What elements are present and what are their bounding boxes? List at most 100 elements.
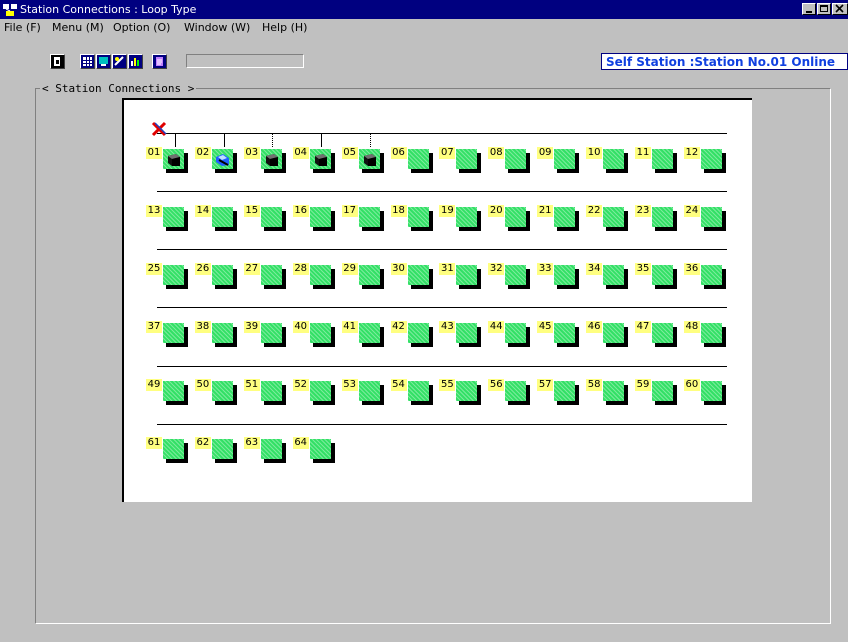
station-48[interactable]: 48: [683, 321, 748, 347]
close-button[interactable]: [832, 3, 848, 15]
station-number: 34: [586, 263, 603, 275]
minimize-button[interactable]: [802, 3, 816, 15]
station-number: 11: [635, 147, 651, 159]
toolbar-field: [186, 54, 304, 68]
station-number: 57: [537, 379, 554, 391]
station-box: [211, 439, 233, 459]
station-number: 44: [488, 321, 505, 333]
station-number: 53: [341, 379, 358, 391]
station-number: 58: [586, 379, 603, 391]
station-box: [211, 323, 233, 343]
station-box: [603, 149, 625, 169]
station-60[interactable]: 60: [683, 379, 748, 405]
plc-device-icon: [313, 153, 329, 170]
chart-icon: [131, 58, 139, 66]
station-number: 36: [683, 263, 700, 275]
station-number: 59: [635, 379, 651, 391]
station-box: [358, 207, 380, 227]
station-box: [700, 207, 722, 227]
station-box: [260, 439, 282, 459]
row-divider: [157, 366, 727, 367]
station-box: [309, 439, 331, 459]
station-number: 23: [635, 205, 651, 217]
station-36[interactable]: 36: [683, 263, 748, 289]
plc-device-icon: [264, 153, 280, 170]
station-number: 38: [194, 321, 211, 333]
station-number: 29: [341, 263, 358, 275]
row-divider: [157, 249, 727, 250]
station-box: [554, 207, 576, 227]
station-box: [700, 323, 722, 343]
station-number: 47: [635, 321, 651, 333]
station-number: 15: [243, 205, 260, 217]
exit-icon: [54, 57, 60, 66]
grid-button[interactable]: [80, 54, 95, 69]
monitor-icon: [99, 57, 108, 66]
station-box: [652, 265, 673, 285]
station-box: [456, 381, 478, 401]
station-box: [163, 323, 184, 343]
diagnostic-icon: [114, 56, 124, 66]
station-number: 51: [243, 379, 260, 391]
station-box: [505, 323, 527, 343]
station-12[interactable]: 12: [683, 147, 748, 173]
station-box: [358, 323, 380, 343]
menu-help[interactable]: Help (H): [262, 21, 307, 34]
group-label: < Station Connections >: [40, 82, 197, 95]
diagnostic-button[interactable]: [112, 54, 127, 69]
station-box: [163, 265, 184, 285]
station-box: [505, 381, 527, 401]
station-box: [309, 381, 331, 401]
station-box: [163, 439, 184, 459]
station-box: [260, 265, 282, 285]
station-box: [700, 381, 722, 401]
menu-file[interactable]: File (F): [4, 21, 41, 34]
station-box: [505, 149, 527, 169]
station-number: 28: [292, 263, 309, 275]
station-24[interactable]: 24: [683, 205, 748, 231]
station-box: [211, 265, 233, 285]
station-number: 08: [488, 147, 505, 159]
title-bar: Station Connections : Loop Type: [0, 0, 848, 19]
menu-menu[interactable]: Menu (M): [52, 21, 104, 34]
maximize-icon: [820, 5, 828, 12]
exit-button[interactable]: [50, 54, 65, 69]
station-number: 16: [292, 205, 309, 217]
station-box: [456, 149, 478, 169]
station-number: 52: [292, 379, 309, 391]
row-divider: [157, 191, 727, 192]
station-box: [309, 323, 331, 343]
station-number: 14: [194, 205, 211, 217]
loop-drop-03: [272, 133, 273, 147]
station-box: [700, 265, 722, 285]
station-box: [652, 381, 673, 401]
menu-window[interactable]: Window (W): [184, 21, 250, 34]
station-number: 20: [488, 205, 505, 217]
station-number: 42: [390, 321, 407, 333]
report-button[interactable]: [152, 54, 167, 69]
station-number: 24: [683, 205, 700, 217]
monitor-button[interactable]: [96, 54, 111, 69]
station-box: [407, 381, 429, 401]
loop-drop-02: [224, 133, 225, 147]
station-number: 01: [146, 147, 162, 159]
maximize-button[interactable]: [817, 3, 831, 15]
station-number: 22: [586, 205, 603, 217]
station-number: 43: [439, 321, 456, 333]
station-box: [554, 323, 576, 343]
station-box: [358, 381, 380, 401]
station-64[interactable]: 64: [292, 437, 357, 463]
station-number: 09: [537, 147, 554, 159]
station-number: 63: [243, 437, 260, 449]
station-number: 54: [390, 379, 407, 391]
loop-line: [157, 133, 727, 134]
menu-option[interactable]: Option (O): [113, 21, 170, 34]
row-divider: [157, 307, 727, 308]
row-divider: [157, 424, 727, 425]
loop-drop-04: [321, 133, 322, 147]
blue-device-icon: [215, 153, 231, 170]
station-box: [603, 207, 625, 227]
window-title: Station Connections : Loop Type: [20, 3, 197, 16]
station-number: 13: [146, 205, 162, 217]
chart-button[interactable]: [128, 54, 143, 69]
